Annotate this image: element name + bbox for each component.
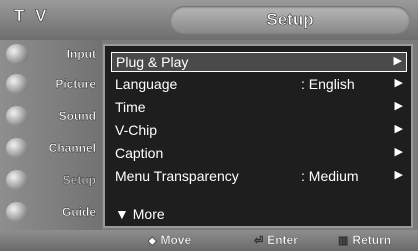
sidebar-item-channel[interactable]: Channel — [0, 134, 102, 163]
setup-icon — [6, 170, 28, 190]
hint-return: ▥ Return — [338, 233, 391, 247]
sidebar-item-label: Picture — [55, 77, 96, 91]
hint-enter: ⏎ Enter — [254, 233, 298, 247]
menu-row-time[interactable]: Time ▶ — [111, 98, 407, 118]
tv-osd-screen: T V Setup Input Picture Sound Channel Se… — [0, 0, 418, 251]
hint-move: ◆ Move — [148, 233, 191, 247]
return-icon: ▥ — [338, 235, 349, 247]
input-icon — [6, 44, 28, 64]
sound-icon — [6, 106, 28, 126]
guide-icon — [6, 202, 28, 222]
more-option[interactable]: ▼ More — [115, 206, 165, 222]
menu-row-caption[interactable]: Caption ▶ — [111, 144, 407, 164]
arrow-right-icon: ▶ — [394, 146, 403, 158]
menu-row-label: Language — [115, 76, 178, 92]
menu-row-label: Time — [115, 99, 146, 115]
category-sidebar: Input Picture Sound Channel Setup Guide — [0, 40, 102, 230]
sidebar-item-label: Sound — [58, 109, 96, 123]
setup-menu-panel: Plug & Play ▶ Language : English ▶ Time … — [103, 44, 413, 228]
sidebar-item-label: Guide — [61, 205, 96, 219]
arrow-right-icon: ▶ — [394, 77, 403, 89]
menu-row-menu-transparency[interactable]: Menu Transparency : Medium ▶ — [111, 167, 407, 187]
arrow-right-icon: ▶ — [393, 55, 402, 67]
sidebar-item-picture[interactable]: Picture — [0, 70, 102, 99]
sidebar-item-label: Input — [66, 47, 96, 61]
menu-row-language[interactable]: Language : English ▶ — [111, 75, 407, 95]
tv-title: T V — [14, 6, 50, 26]
menu-title-pill: Setup — [170, 6, 410, 34]
menu-row-label: Caption — [115, 145, 164, 161]
hint-enter-label: Enter — [267, 233, 298, 247]
arrow-right-icon: ▶ — [394, 100, 403, 112]
move-diamond-icon: ◆ — [148, 235, 157, 247]
hint-return-label: Return — [352, 233, 392, 247]
enter-icon: ⏎ — [254, 235, 264, 247]
menu-row-value: : Medium — [301, 168, 359, 184]
sidebar-item-setup[interactable]: Setup — [0, 166, 102, 195]
sidebar-item-label: Setup — [62, 173, 96, 187]
sidebar-item-guide[interactable]: Guide — [0, 198, 102, 227]
menu-row-label: Menu Transparency — [115, 168, 239, 184]
menu-row-plug-and-play[interactable]: Plug & Play ▶ — [111, 52, 407, 72]
menu-title: Setup — [266, 10, 314, 30]
menu-row-v-chip[interactable]: V-Chip ▶ — [111, 121, 407, 141]
menu-row-value: : English — [301, 76, 355, 92]
menu-row-label: Plug & Play — [116, 54, 189, 70]
sidebar-item-label: Channel — [48, 141, 96, 155]
sidebar-item-sound[interactable]: Sound — [0, 102, 102, 131]
picture-icon — [6, 74, 28, 94]
arrow-right-icon: ▶ — [394, 123, 403, 135]
arrow-right-icon: ▶ — [394, 169, 403, 181]
channel-icon — [6, 138, 28, 158]
navigation-hint-bar: ◆ Move ⏎ Enter ▥ Return — [0, 230, 418, 251]
hint-move-label: Move — [160, 233, 192, 247]
menu-row-label: V-Chip — [115, 122, 158, 138]
title-bar: T V Setup — [0, 0, 418, 40]
sidebar-item-input[interactable]: Input — [0, 40, 102, 69]
